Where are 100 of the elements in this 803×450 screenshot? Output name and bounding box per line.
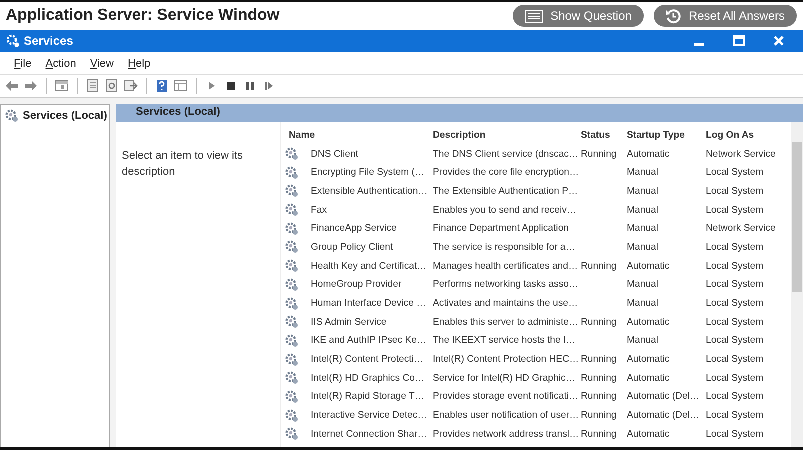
reset-icon [666,8,681,24]
column-header[interactable]: Log On As [704,126,784,145]
table-cell-text: Local System [705,278,765,292]
gear-icon [285,166,299,180]
table-cell-text: Running [580,390,618,404]
close-icon[interactable] [773,35,785,47]
table-cell-text: Interactive Service Detec… [310,409,428,424]
table-cell-text: Local System [705,297,765,312]
table-cell-text: DNS Client [310,148,360,162]
menu-item[interactable]: Action [46,58,76,70]
maximize-icon[interactable] [733,35,745,47]
column-header[interactable]: Startup Type [625,126,704,145]
table-cell-text: The DNS Client service (dnscac… [432,148,579,162]
gear-icon [285,296,299,311]
back-icon[interactable] [5,79,19,93]
pane-tab[interactable]: Services (Local) [116,104,240,122]
menu-item[interactable]: File [14,58,32,70]
table-cell-text: Automatic [626,353,671,368]
table-cell-text: IIS Admin Service [310,316,388,330]
table-cell-text: Network Service [705,148,777,162]
table-cell-text: Activates and maintains the use… [432,297,579,312]
scrollbar-thumb[interactable] [792,142,802,292]
table-cell-text: Finance Department Application [432,222,570,236]
table-cell-text: Extensible Authentication… [310,184,429,199]
table-cell-text: Intel(R) Content Protection HEC… [432,353,579,368]
table-cell-text: IKE and AuthIP IPsec Ke… [310,334,428,348]
table-cell-text: Local System [705,166,765,180]
table-cell-text: Local System [705,204,765,218]
table-cell-text: Local System [705,372,765,386]
column-header[interactable]: Status [579,126,625,145]
table-cell-text: Automatic [626,148,671,162]
table-cell-text: Running [580,409,618,424]
tree-item[interactable]: Services (Local) [23,110,108,122]
table-cell-text: Intel(R) Rapid Storage T… [310,390,426,404]
table-cell-text: The IKEEXT service hosts the I… [432,334,577,348]
table-cell-text: Automatic [626,372,671,386]
table-cell-text: Enables this server to administe… [432,316,579,330]
table-cell-text: Running [580,260,618,274]
scrollbar[interactable] [791,122,803,447]
table-cell-text: Local System [705,409,765,424]
gear-icon [285,184,299,198]
menu-item[interactable]: Help [128,58,151,70]
table-cell-text: Human Interface Device … [310,297,428,312]
table-cell-text: Provides the core file encryption… [432,166,579,180]
show-question-button[interactable]: Show Question [512,5,644,27]
list-icon [524,10,543,22]
table-cell-text: Manages health certificates and… [432,260,579,274]
table-cell-text: Local System [705,184,765,199]
gear-icon [285,408,299,423]
table-cell-text: Enables you to send and receiv… [432,204,578,218]
table-cell-text: Local System [705,334,765,348]
refresh-icon[interactable] [105,79,119,93]
window-title: Services [24,34,74,48]
column-header[interactable]: Name [281,126,431,145]
gear-icon [285,427,299,442]
table-cell-text: Manual [626,204,660,218]
table-cell-text: Manual [626,166,660,180]
pause-icon[interactable] [243,79,257,93]
table-cell-text: Local System [705,260,765,274]
table-cell-text: Provides network address transl… [432,428,579,442]
table-cell-text: Health Key and Certificat… [310,260,428,274]
column-header[interactable]: Description [431,126,579,145]
table-cell-text: Running [580,316,618,330]
properties-icon[interactable] [86,79,100,93]
console-tree-icon[interactable] [55,79,69,93]
stop-icon[interactable] [224,79,238,93]
table-cell-text: Encrypting File System (… [310,166,426,180]
table-cell-text: Manual [626,240,660,255]
table-cell-text: Group Policy Client [310,240,394,255]
table-cell-text: Automatic [626,428,671,442]
table-cell-text: Internet Connection Shar… [310,428,428,442]
table-cell-text: Automatic (Del… [626,390,701,404]
table-cell-text: Service for Intel(R) HD Graphic… [432,372,576,386]
table-cell-text: Local System [705,353,765,368]
gear-icon [285,222,299,236]
gear-icon [285,203,299,218]
gear-icon [285,352,299,367]
view-icon[interactable] [174,79,188,93]
menu-item[interactable]: View [90,58,114,70]
gear-icon [285,147,299,162]
table-cell-text: Performs networking tasks asso… [432,278,579,292]
table-cell-text: HomeGroup Provider [310,278,403,292]
gear-icon [6,34,20,48]
help-icon[interactable] [155,79,169,93]
export-icon[interactable] [124,79,138,93]
gear-icon [285,240,299,254]
table-cell-text: Manual [626,184,660,199]
table-cell-text: Intel(R) Content Protecti… [310,353,425,368]
table-cell-text: Local System [705,428,765,442]
table-cell-text: The Extensible Authentication P… [432,184,579,199]
table-cell-text: Manual [626,334,660,348]
table-cell-text: Running [580,353,618,368]
table-cell-text: Provides storage event notificati… [432,390,579,404]
gear-icon [285,278,299,292]
reset-button[interactable]: Reset All Answers [654,5,797,27]
gear-icon [5,109,19,123]
gear-icon [285,259,299,274]
forward-icon[interactable] [24,79,38,93]
table-cell-text: Fax [310,204,328,218]
gear-icon [285,371,299,386]
